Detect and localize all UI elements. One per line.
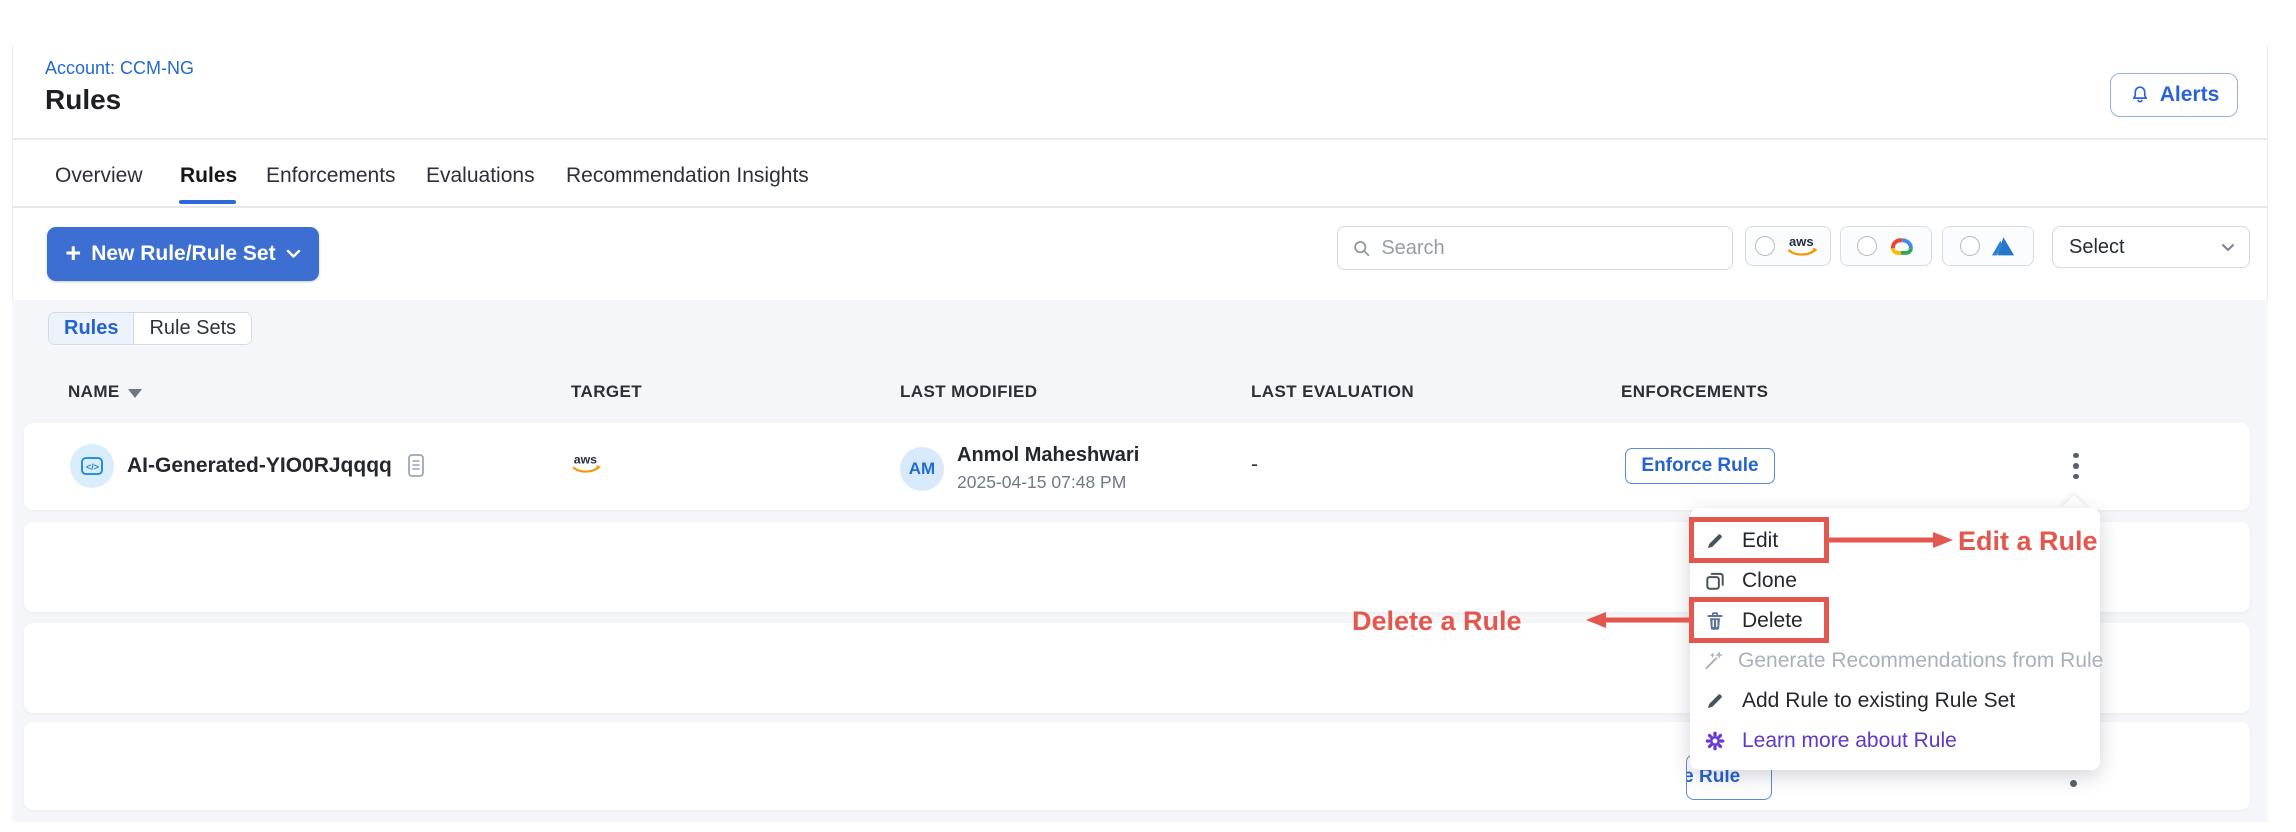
column-header-name[interactable]: NAME bbox=[68, 382, 120, 402]
tab-evaluations[interactable]: Evaluations bbox=[426, 164, 535, 188]
avatar: AM bbox=[900, 447, 944, 491]
clone-icon bbox=[1702, 570, 1728, 592]
modified-by-name: Anmol Maheshwari bbox=[957, 444, 1139, 467]
view-toggle-rule-sets[interactable]: Rule Sets bbox=[134, 313, 251, 344]
tab-enforcements[interactable]: Enforcements bbox=[266, 164, 396, 188]
plus-icon: + bbox=[65, 240, 81, 267]
select-dropdown[interactable]: Select bbox=[2052, 226, 2250, 268]
search-icon bbox=[1352, 238, 1371, 259]
sort-caret-icon[interactable] bbox=[128, 389, 142, 398]
azure-radio[interactable] bbox=[1960, 236, 1980, 256]
rule-name: AI-Generated-YIO0RJqqqq bbox=[127, 454, 392, 478]
new-rule-button-label: New Rule/Rule Set bbox=[91, 242, 275, 266]
delete-annotation-label: Delete a Rule bbox=[1352, 606, 1522, 637]
tab-rules[interactable]: Rules bbox=[180, 164, 237, 188]
svg-text:aws: aws bbox=[1789, 234, 1814, 249]
tab-recommendation-insights[interactable]: Recommendation Insights bbox=[566, 164, 809, 188]
delete-annotation-arrow bbox=[1586, 609, 1691, 631]
view-toggle: Rules Rule Sets bbox=[48, 312, 252, 345]
view-toggle-rules[interactable]: Rules bbox=[49, 313, 134, 344]
rule-name-cell[interactable]: </> AI-Generated-YIO0RJqqqq bbox=[70, 444, 427, 488]
partial-kebab-dot bbox=[2070, 780, 2077, 787]
copy-icon[interactable] bbox=[405, 452, 427, 480]
search-input[interactable] bbox=[1381, 237, 1718, 260]
menu-item-delete[interactable]: Delete bbox=[1702, 601, 2092, 641]
target-cell: aws bbox=[569, 450, 605, 482]
chevron-down-icon bbox=[2221, 243, 2235, 252]
column-header-target: TARGET bbox=[571, 382, 642, 402]
modified-date: 2025-04-15 07:48 PM bbox=[957, 472, 1139, 493]
enforce-rule-button[interactable]: Enforce Rule bbox=[1625, 448, 1775, 484]
flower-icon bbox=[1702, 730, 1728, 752]
edit-annotation-arrow bbox=[1829, 529, 1955, 551]
provider-filter-azure[interactable] bbox=[1942, 226, 2034, 266]
header-divider bbox=[12, 138, 2268, 140]
ai-rule-code-icon: </> bbox=[70, 444, 114, 488]
active-tab-indicator bbox=[179, 200, 236, 204]
column-header-last-modified: LAST MODIFIED bbox=[900, 382, 1037, 402]
edit-annotation-label: Edit a Rule bbox=[1958, 526, 2098, 557]
menu-item-learn-more[interactable]: Learn more about Rule bbox=[1702, 721, 2092, 761]
pencil-icon bbox=[1702, 530, 1728, 552]
ccm-rules-page: Account: CCM-NG Rules Alerts Overview Ru… bbox=[0, 0, 2296, 832]
chevron-down-icon bbox=[286, 249, 301, 259]
column-header-last-evaluation: LAST EVALUATION bbox=[1251, 382, 1414, 402]
breadcrumb-account-link[interactable]: Account: CCM-NG bbox=[45, 58, 194, 79]
menu-item-clone[interactable]: Clone bbox=[1702, 561, 2092, 601]
gcp-logo bbox=[1886, 234, 1916, 258]
menu-item-add-to-ruleset[interactable]: Add Rule to existing Rule Set bbox=[1702, 681, 2092, 721]
search-box[interactable] bbox=[1337, 226, 1733, 270]
azure-logo bbox=[1989, 234, 2017, 258]
new-rule-button[interactable]: + New Rule/Rule Set bbox=[47, 227, 319, 281]
provider-filter-gcp[interactable] bbox=[1840, 226, 1932, 266]
tabs-divider bbox=[12, 206, 2268, 208]
svg-text:</>: </> bbox=[86, 462, 99, 472]
aws-logo: aws bbox=[569, 450, 605, 477]
svg-text:aws: aws bbox=[574, 453, 597, 467]
bell-icon bbox=[2129, 83, 2151, 107]
page-title: Rules bbox=[45, 84, 121, 116]
column-header-enforcements: ENFORCEMENTS bbox=[1621, 382, 1768, 402]
last-evaluation-cell: - bbox=[1251, 453, 1258, 477]
alerts-button[interactable]: Alerts bbox=[2110, 73, 2238, 117]
alerts-button-label: Alerts bbox=[2160, 83, 2220, 107]
aws-radio[interactable] bbox=[1755, 236, 1775, 256]
magic-wand-icon bbox=[1702, 650, 1724, 672]
aws-logo: aws bbox=[1784, 233, 1822, 259]
pencil-icon bbox=[1702, 690, 1728, 712]
gcp-radio[interactable] bbox=[1857, 236, 1877, 256]
last-modified-cell: AM Anmol Maheshwari 2025-04-15 07:48 PM bbox=[900, 444, 1139, 493]
select-dropdown-label: Select bbox=[2069, 236, 2125, 259]
trash-icon bbox=[1702, 610, 1728, 632]
menu-item-generate-recommendations: Generate Recommendations from Rule bbox=[1702, 641, 2092, 681]
provider-filter-aws[interactable]: aws bbox=[1745, 226, 1831, 266]
tab-overview[interactable]: Overview bbox=[55, 164, 143, 188]
row-kebab-menu-icon[interactable] bbox=[2062, 448, 2090, 484]
